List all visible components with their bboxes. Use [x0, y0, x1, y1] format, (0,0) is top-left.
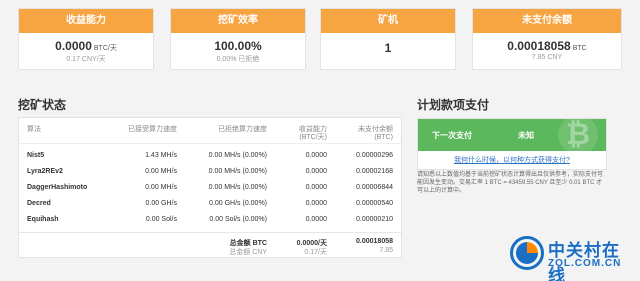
zol-watermark-logo: 中关村在线 ZOL.COM.CN [510, 236, 630, 281]
table-header: 算法 已接受算力速度 已拒绝算力速度 收益能力 (BTC/天) 未支付余额 (B… [19, 122, 401, 144]
card-subtext: 7.85 CNY [531, 54, 563, 61]
unpaid-balance-card: 未支付余额 0.00018058 BTC 7.85 CNY [472, 8, 622, 70]
card-value: 0.00018058 BTC [507, 39, 587, 53]
card-subtext: 0.17 CNY/天 [66, 56, 106, 63]
efficiency-card: 挖矿效率 100.00% 0.00% 已拒绝 [170, 8, 306, 70]
total-profit-cny: 0.17/天 [304, 249, 327, 256]
column-unpaid: 未支付余额 (BTC) [358, 126, 393, 141]
rigs-card: 矿机 1 [320, 8, 456, 70]
table-row: Lyra2REv2 0.00 MH/s 0.00 MH/s (0.00%) 0.… [27, 168, 393, 175]
card-title: 矿机 [321, 9, 455, 33]
table-total-row: 总金额 BTC 总金额 CNY 0.0000/天 0.17/天 0.000180… [19, 232, 401, 258]
table-row: Equihash 0.00 Sol/s 0.00 Sol/s (0.00%) 0… [27, 216, 393, 223]
column-rejected: 已拒绝算力速度 [218, 126, 267, 133]
card-value: 1 [384, 41, 392, 55]
card-value: 100.00% [214, 39, 262, 53]
total-cny-label: 总金额 CNY [229, 249, 267, 256]
card-title: 挖矿效率 [171, 9, 305, 33]
watermark-url: ZOL.COM.CN [548, 258, 622, 269]
zol-logo-icon [510, 236, 544, 270]
card-title: 未支付余额 [473, 9, 621, 33]
total-unpaid-cny: 7.85 [379, 247, 393, 254]
column-profit: 收益能力 (BTC/天) [299, 126, 327, 141]
card-subtext: 0.00% 已拒绝 [216, 56, 260, 63]
payment-note: 请知悉以上数值均基于当前挖矿状态计算得出且仅供参考，实际支付可能因发生变动。交易… [417, 172, 604, 194]
profitability-card: 收益能力 0.0000 BTC/天 0.17 CNY/天 [18, 8, 154, 70]
stat-cards: 收益能力 0.0000 BTC/天 0.17 CNY/天 挖矿效率 100.00%… [18, 8, 622, 70]
next-payment-value: 未知 [518, 131, 534, 140]
bitcoin-icon: ₿ [558, 119, 598, 151]
next-payment-bar: 下一次支付 未知 ₿ [418, 119, 606, 151]
payment-panel: 下一次支付 未知 ₿ 我何什么时候，以何种方式获得支付? [417, 118, 607, 170]
total-unpaid: 0.00018058 [356, 238, 393, 245]
column-algo: 算法 [27, 126, 41, 133]
column-accepted: 已接受算力速度 [128, 126, 177, 133]
table-row: Nist5 1.43 MH/s 0.00 MH/s (0.00%) 0.0000… [27, 152, 393, 159]
mining-status-table: 算法 已接受算力速度 已拒绝算力速度 收益能力 (BTC/天) 未支付余额 (B… [18, 117, 402, 258]
table-row: DaggerHashimoto 0.00 MH/s 0.00 MH/s (0.0… [27, 184, 393, 191]
payment-faq-link[interactable]: 我何什么时候，以何种方式获得支付? [418, 155, 606, 165]
card-value: 0.0000 BTC/天 [55, 39, 117, 53]
card-title: 收益能力 [19, 9, 153, 33]
table-row: Decred 0.00 GH/s 0.00 GH/s (0.00%) 0.000… [27, 200, 393, 207]
payment-title: 计划款项支付 [417, 98, 490, 112]
mining-status-title: 挖矿状态 [18, 98, 67, 112]
next-payment-label: 下一次支付 [432, 131, 472, 140]
